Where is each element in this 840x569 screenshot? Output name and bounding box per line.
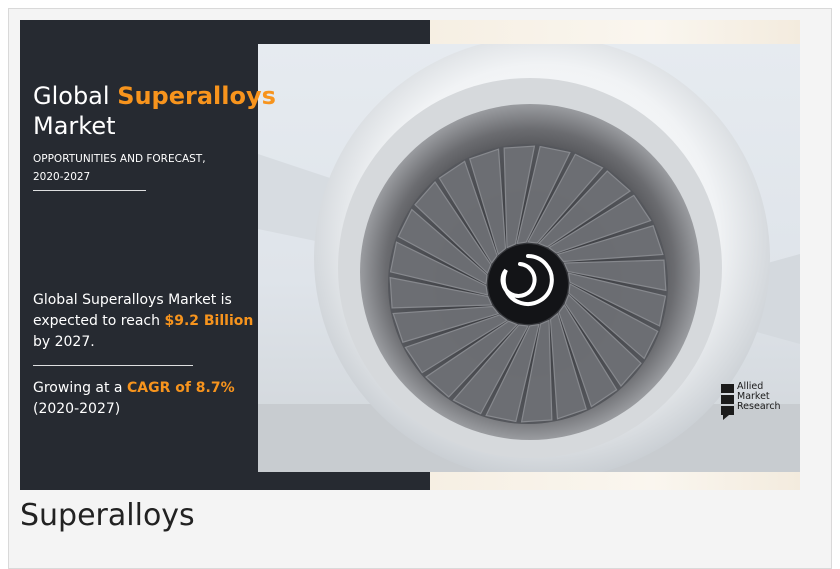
- market-reach-text: Global Superalloys Market is expected to…: [33, 290, 255, 353]
- reach-text-after: by 2027.: [33, 334, 95, 350]
- logo-text: Allied Market Research: [737, 382, 781, 412]
- banner-title: Global Superalloys: [33, 82, 276, 110]
- allied-market-research-logo: Allied Market Research: [721, 382, 797, 422]
- title-highlight: Superalloys: [117, 82, 276, 110]
- image-caption: Superalloys: [20, 498, 195, 533]
- cagr-value: CAGR of 8.7%: [126, 380, 235, 396]
- reach-value: $9.2 Billion: [164, 313, 254, 329]
- jet-engine-photo: Allied Market Research: [258, 44, 800, 472]
- title-prefix: Global: [33, 82, 118, 110]
- growing-text-before: Growing at a: [33, 380, 127, 396]
- subtitle-line-1: OPPORTUNITIES AND FORECAST,: [33, 153, 206, 165]
- banner-subtitle: OPPORTUNITIES AND FORECAST, 2020-2027: [33, 150, 233, 186]
- title-line-2: Market: [33, 112, 116, 140]
- jet-engine-illustration: [258, 44, 800, 472]
- growing-period: (2020-2027): [33, 401, 121, 417]
- logo-mark-icon: [721, 384, 734, 420]
- logo-line-research: Research: [737, 401, 781, 412]
- divider-middle: [33, 365, 193, 366]
- divider-top: [33, 190, 146, 191]
- cagr-text: Growing at a CAGR of 8.7% (2020-2027): [33, 378, 255, 420]
- infographic-banner[interactable]: Allied Market Research Global Superalloy…: [20, 20, 800, 490]
- subtitle-line-2: 2020-2027: [33, 171, 91, 183]
